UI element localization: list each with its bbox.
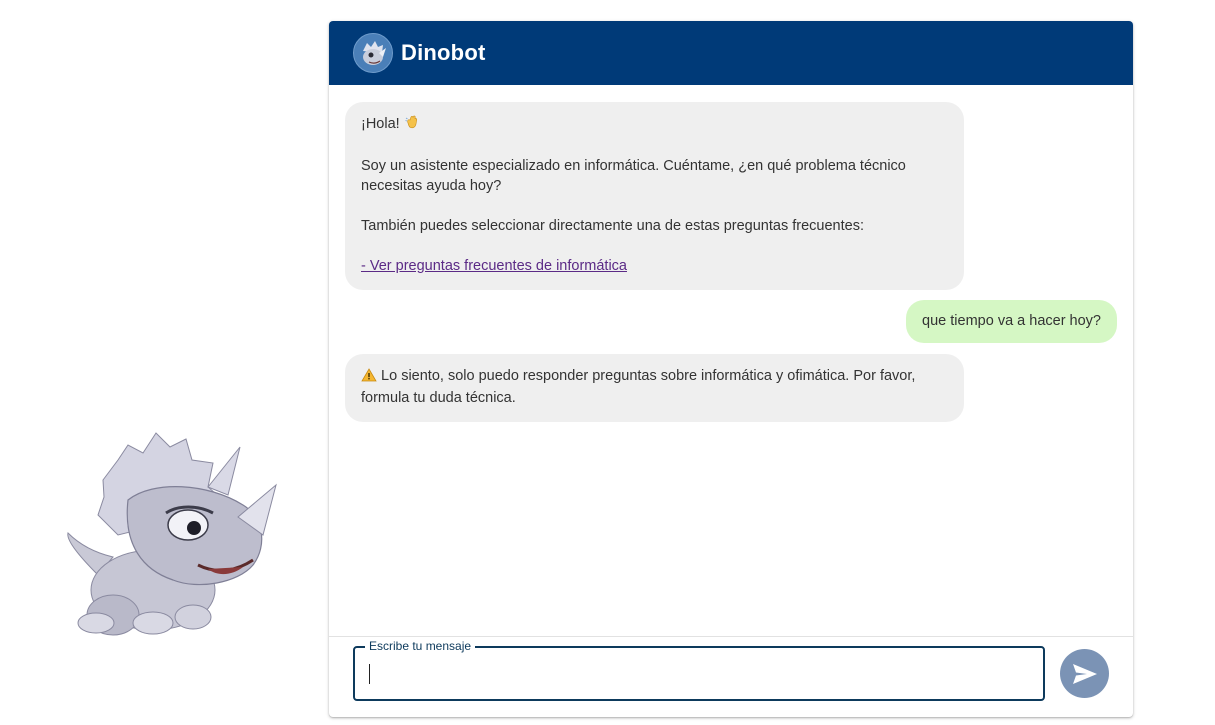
send-button[interactable] bbox=[1060, 649, 1109, 698]
reply-text: Lo siento, solo puedo responder pregunta… bbox=[361, 368, 916, 406]
greeting-line: ¡Hola! bbox=[361, 114, 948, 136]
bot-message-welcome: ¡Hola! Soy un asistente especializado en… bbox=[345, 102, 964, 290]
message-input-label: Escribe tu mensaje bbox=[365, 639, 476, 653]
waving-hand-icon bbox=[404, 114, 420, 136]
greeting-text: ¡Hola! bbox=[361, 116, 400, 132]
bot-message-reply: Lo siento, solo puedo responder pregunta… bbox=[345, 354, 964, 422]
warning-icon bbox=[361, 368, 377, 388]
faq-prompt-text: También puedes seleccionar directamente … bbox=[361, 218, 864, 234]
bot-avatar bbox=[353, 33, 393, 73]
send-icon bbox=[1072, 663, 1097, 684]
faq-link[interactable]: - Ver preguntas frecuentes de informátic… bbox=[361, 258, 627, 274]
message-input[interactable] bbox=[367, 660, 1031, 690]
user-message: que tiempo va a hacer hoy? bbox=[906, 300, 1117, 343]
page: Dinobot ¡Hola! Soy un asistente especial… bbox=[0, 0, 1215, 725]
dinosaur-mascot-image bbox=[58, 425, 288, 645]
message-list: ¡Hola! Soy un asistente especializado en… bbox=[329, 85, 1133, 636]
dinosaur-icon bbox=[363, 41, 386, 65]
intro-text: Soy un asistente especializado en inform… bbox=[361, 158, 906, 194]
bot-name-title: Dinobot bbox=[401, 40, 486, 65]
message-input-field[interactable]: Escribe tu mensaje bbox=[353, 639, 1045, 701]
text-caret bbox=[369, 664, 370, 684]
chat-window: Dinobot ¡Hola! Soy un asistente especial… bbox=[329, 21, 1133, 717]
chat-header: Dinobot bbox=[329, 21, 1133, 85]
composer: Escribe tu mensaje bbox=[329, 636, 1133, 717]
